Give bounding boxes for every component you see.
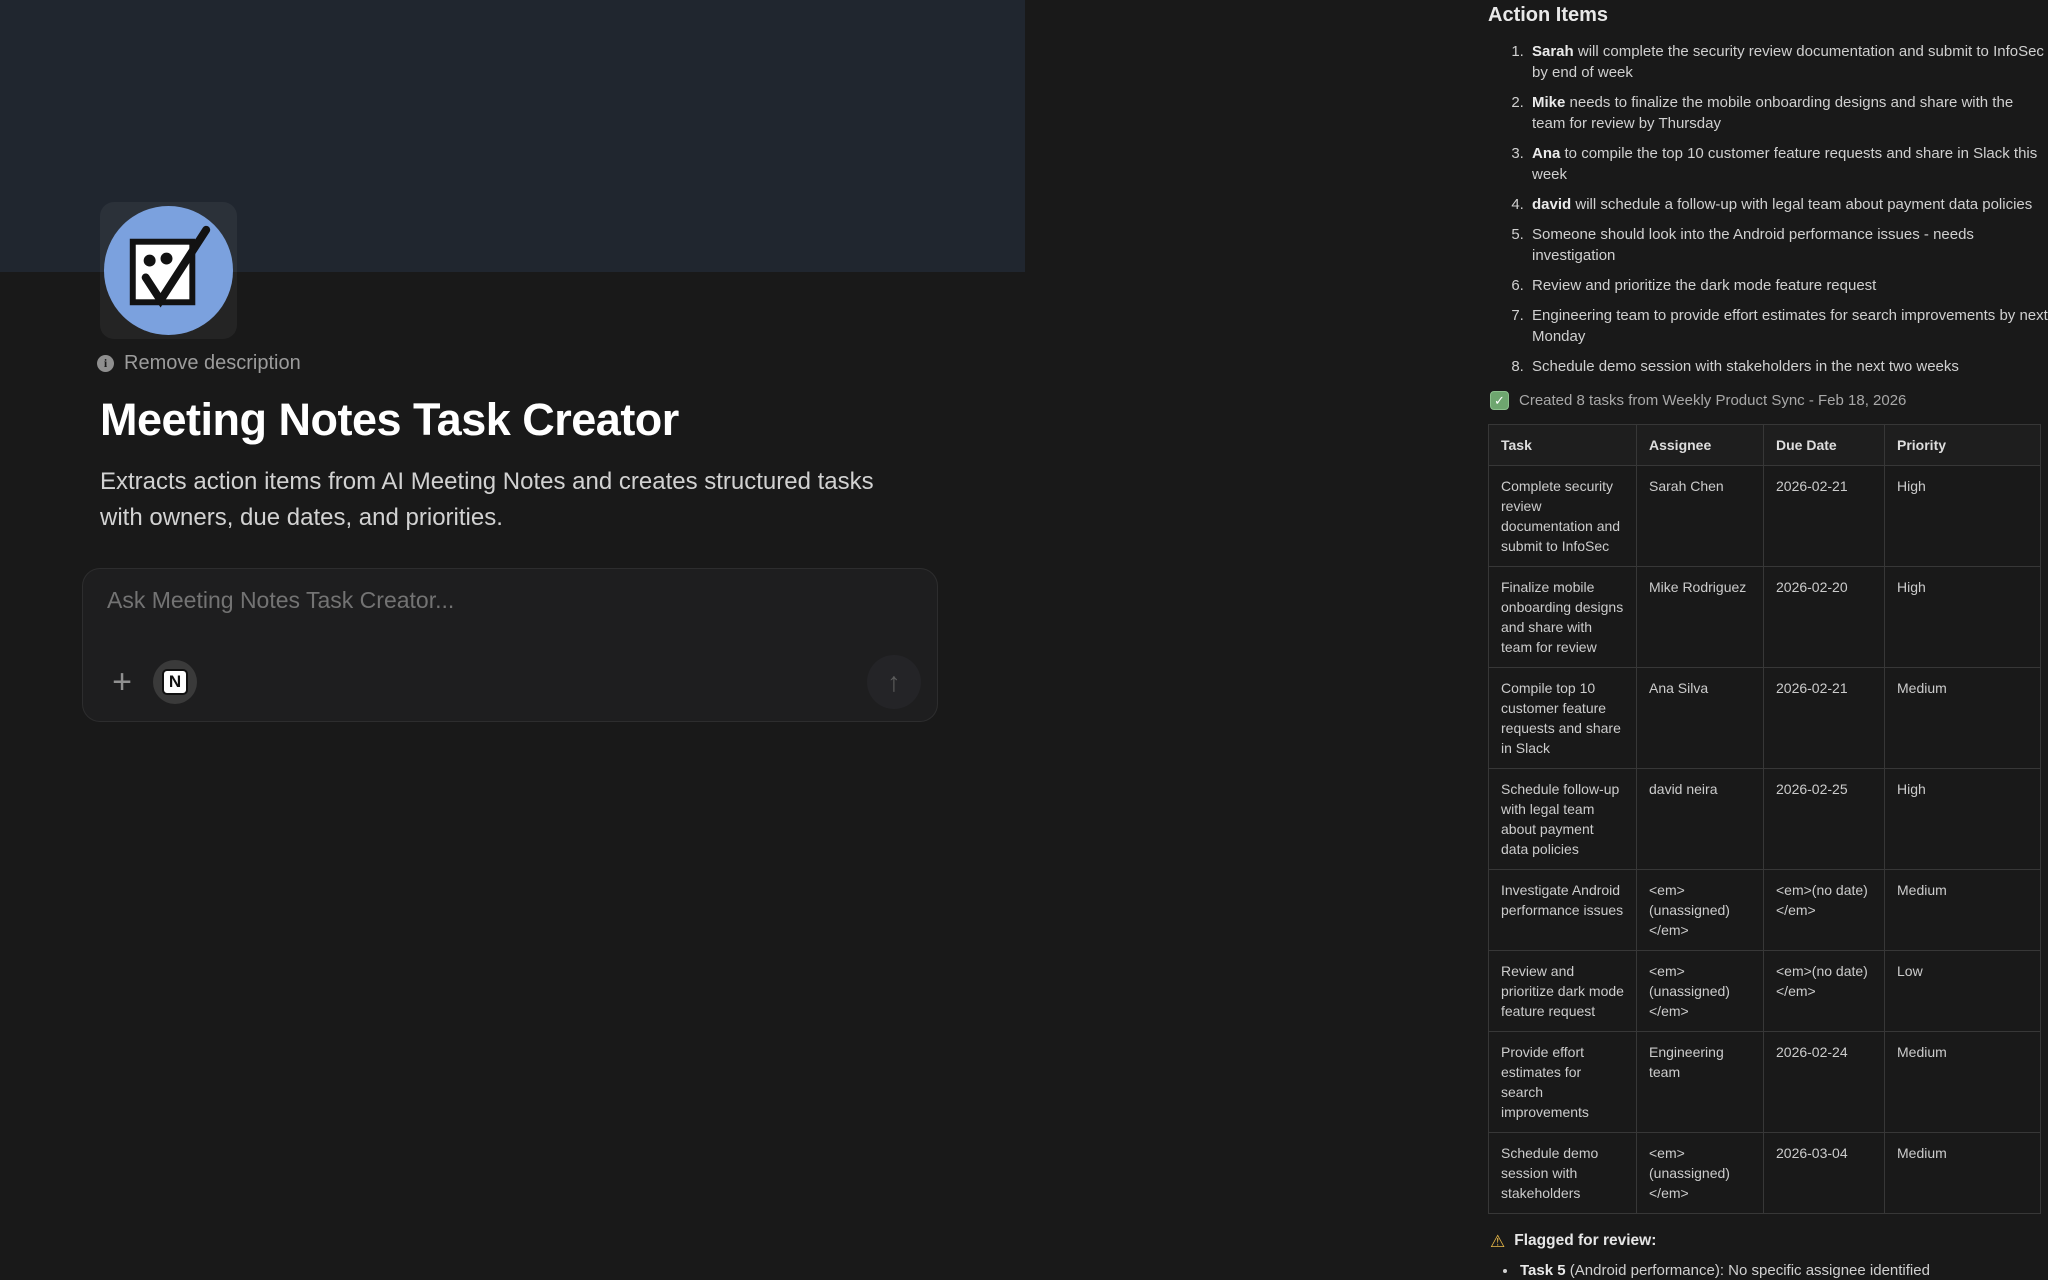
table-row: Complete security review documentation a… — [1489, 466, 2041, 567]
notion-logo-icon: N — [162, 669, 188, 695]
action-item: Schedule demo session with stakeholders … — [1528, 356, 2048, 377]
column-header-due-date: Due Date — [1764, 425, 1885, 466]
tasks-table: Task Assignee Due Date Priority Complete… — [1488, 424, 2041, 1214]
remove-description-button[interactable]: i Remove description — [97, 352, 301, 375]
page-title[interactable]: Meeting Notes Task Creator — [100, 394, 679, 446]
action-item: Review and prioritize the dark mode feat… — [1528, 275, 2048, 296]
flagged-item: Task 5 (Android performance): No specifi… — [1518, 1260, 2048, 1280]
action-item: Engineering team to provide effort estim… — [1528, 305, 2048, 347]
response-panel: Action Items Sarah will complete the sec… — [1488, 4, 2048, 1280]
remove-description-label: Remove description — [124, 352, 301, 375]
info-icon: i — [97, 355, 114, 372]
table-header-row: Task Assignee Due Date Priority — [1489, 425, 2041, 466]
notion-source-button[interactable]: N — [153, 660, 197, 704]
action-items-heading: Action Items — [1488, 4, 2048, 27]
flagged-list: Task 5 (Android performance): No specifi… — [1488, 1260, 2048, 1280]
action-item: Someone should look into the Android per… — [1528, 224, 2048, 266]
table-row: Review and prioritize dark mode feature … — [1489, 951, 2041, 1032]
action-item: Sarah will complete the security review … — [1528, 41, 2048, 83]
table-row: Investigate Android performance issues <… — [1489, 870, 2041, 951]
table-row: Compile top 10 customer feature requests… — [1489, 668, 2041, 769]
table-row: Schedule demo session with stakeholders … — [1489, 1133, 2041, 1214]
composer-input[interactable] — [107, 587, 887, 614]
page-description[interactable]: Extracts action items from AI Meeting No… — [100, 464, 910, 536]
column-header-priority: Priority — [1885, 425, 2041, 466]
column-header-assignee: Assignee — [1637, 425, 1764, 466]
action-item: Ana to compile the top 10 customer featu… — [1528, 143, 2048, 185]
table-row: Schedule follow-up with legal team about… — [1489, 769, 2041, 870]
attach-plus-button[interactable]: + — [105, 665, 139, 699]
table-row: Finalize mobile onboarding designs and s… — [1489, 567, 2041, 668]
checkbox-task-icon — [103, 205, 234, 336]
composer-card: + N ↑ — [82, 568, 938, 722]
flagged-for-review-heading: ⚠ Flagged for review: — [1490, 1232, 2048, 1250]
column-header-task: Task — [1489, 425, 1637, 466]
agent-avatar[interactable] — [100, 202, 237, 339]
green-check-icon: ✓ — [1490, 391, 1509, 410]
send-button[interactable]: ↑ — [867, 655, 921, 709]
warning-icon: ⚠ — [1490, 1233, 1505, 1250]
status-text: Created 8 tasks from Weekly Product Sync… — [1519, 392, 1906, 409]
action-item: david will schedule a follow-up with leg… — [1528, 194, 2048, 215]
app-window: i Remove description Meeting Notes Task … — [0, 0, 2048, 1280]
plus-icon: + — [112, 665, 132, 699]
composer-toolbar: + N ↑ — [105, 655, 921, 709]
tasks-created-status: ✓ Created 8 tasks from Weekly Product Sy… — [1490, 391, 2048, 410]
action-item: Mike needs to finalize the mobile onboar… — [1528, 92, 2048, 134]
arrow-up-icon: ↑ — [887, 667, 901, 698]
table-row: Provide effort estimates for search impr… — [1489, 1032, 2041, 1133]
action-items-list: Sarah will complete the security review … — [1488, 41, 2048, 377]
